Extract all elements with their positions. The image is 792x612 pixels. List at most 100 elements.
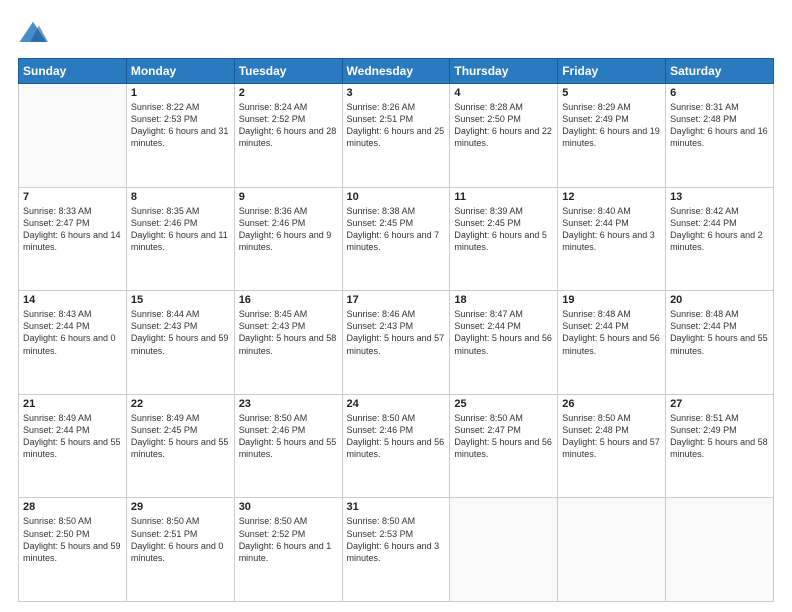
day-cell: 13 Sunrise: 8:42 AM Sunset: 2:44 PM Dayli… xyxy=(666,187,774,291)
day-info: Sunrise: 8:50 AM Sunset: 2:52 PM Dayligh… xyxy=(239,515,338,564)
week-row-2: 14Sunrise: 8:43 AM Sunset: 2:44 PM Dayli… xyxy=(19,291,774,395)
day-number: 4 xyxy=(454,87,553,99)
weekday-wednesday: Wednesday xyxy=(342,59,450,84)
day-number: 30 xyxy=(239,501,338,513)
day-cell: 4 Sunrise: 8:28 AM Sunset: 2:50 PM Daylig… xyxy=(450,84,558,188)
week-row-1: 7 Sunrise: 8:33 AM Sunset: 2:47 PM Daylig… xyxy=(19,187,774,291)
calendar-table: SundayMondayTuesdayWednesdayThursdayFrid… xyxy=(18,58,774,602)
day-info: Sunrise: 8:36 AM Sunset: 2:46 PM Dayligh… xyxy=(239,205,338,254)
logo-icon xyxy=(18,18,48,48)
day-info: Sunrise: 8:50 AM Sunset: 2:46 PM Dayligh… xyxy=(347,412,446,461)
day-number: 9 xyxy=(239,191,338,203)
day-number: 13 xyxy=(670,191,769,203)
day-info: Sunrise: 8:50 AM Sunset: 2:50 PM Dayligh… xyxy=(23,515,122,564)
day-number: 24 xyxy=(347,398,446,410)
day-info: Sunrise: 8:50 AM Sunset: 2:51 PM Dayligh… xyxy=(131,515,230,564)
day-info: Sunrise: 8:49 AM Sunset: 2:45 PM Dayligh… xyxy=(131,412,230,461)
day-cell: 26 Sunrise: 8:50 AM Sunset: 2:48 PM Dayli… xyxy=(558,394,666,498)
weekday-thursday: Thursday xyxy=(450,59,558,84)
day-cell: 29 Sunrise: 8:50 AM Sunset: 2:51 PM Dayli… xyxy=(126,498,234,602)
day-cell: 27Sunrise: 8:51 AM Sunset: 2:49 PM Dayli… xyxy=(666,394,774,498)
day-info: Sunrise: 8:49 AM Sunset: 2:44 PM Dayligh… xyxy=(23,412,122,461)
day-info: Sunrise: 8:46 AM Sunset: 2:43 PM Dayligh… xyxy=(347,308,446,357)
day-cell: 20Sunrise: 8:48 AM Sunset: 2:44 PM Dayli… xyxy=(666,291,774,395)
day-number: 15 xyxy=(131,294,230,306)
day-info: Sunrise: 8:43 AM Sunset: 2:44 PM Dayligh… xyxy=(23,308,122,357)
day-info: Sunrise: 8:35 AM Sunset: 2:46 PM Dayligh… xyxy=(131,205,230,254)
day-number: 12 xyxy=(562,191,661,203)
day-info: Sunrise: 8:48 AM Sunset: 2:44 PM Dayligh… xyxy=(670,308,769,357)
day-cell: 8 Sunrise: 8:35 AM Sunset: 2:46 PM Daylig… xyxy=(126,187,234,291)
day-info: Sunrise: 8:50 AM Sunset: 2:47 PM Dayligh… xyxy=(454,412,553,461)
day-number: 21 xyxy=(23,398,122,410)
day-info: Sunrise: 8:44 AM Sunset: 2:43 PM Dayligh… xyxy=(131,308,230,357)
day-cell xyxy=(666,498,774,602)
day-info: Sunrise: 8:29 AM Sunset: 2:49 PM Dayligh… xyxy=(562,101,661,150)
day-number: 19 xyxy=(562,294,661,306)
day-cell: 3Sunrise: 8:26 AM Sunset: 2:51 PM Daylig… xyxy=(342,84,450,188)
day-cell: 5 Sunrise: 8:29 AM Sunset: 2:49 PM Daylig… xyxy=(558,84,666,188)
weekday-friday: Friday xyxy=(558,59,666,84)
day-cell: 24 Sunrise: 8:50 AM Sunset: 2:46 PM Dayli… xyxy=(342,394,450,498)
week-row-0: 1Sunrise: 8:22 AM Sunset: 2:53 PM Daylig… xyxy=(19,84,774,188)
day-cell xyxy=(450,498,558,602)
day-number: 6 xyxy=(670,87,769,99)
day-cell: 23 Sunrise: 8:50 AM Sunset: 2:46 PM Dayli… xyxy=(234,394,342,498)
day-number: 16 xyxy=(239,294,338,306)
day-info: Sunrise: 8:42 AM Sunset: 2:44 PM Dayligh… xyxy=(670,205,769,254)
day-cell: 30 Sunrise: 8:50 AM Sunset: 2:52 PM Dayli… xyxy=(234,498,342,602)
day-cell: 10 Sunrise: 8:38 AM Sunset: 2:45 PM Dayli… xyxy=(342,187,450,291)
day-info: Sunrise: 8:38 AM Sunset: 2:45 PM Dayligh… xyxy=(347,205,446,254)
day-cell: 16 Sunrise: 8:45 AM Sunset: 2:43 PM Dayli… xyxy=(234,291,342,395)
day-number: 3 xyxy=(347,87,446,99)
day-cell: 18 Sunrise: 8:47 AM Sunset: 2:44 PM Dayli… xyxy=(450,291,558,395)
day-cell: 31 Sunrise: 8:50 AM Sunset: 2:53 PM Dayli… xyxy=(342,498,450,602)
day-number: 5 xyxy=(562,87,661,99)
day-cell xyxy=(19,84,127,188)
day-info: Sunrise: 8:24 AM Sunset: 2:52 PM Dayligh… xyxy=(239,101,338,150)
day-info: Sunrise: 8:40 AM Sunset: 2:44 PM Dayligh… xyxy=(562,205,661,254)
day-info: Sunrise: 8:50 AM Sunset: 2:53 PM Dayligh… xyxy=(347,515,446,564)
day-info: Sunrise: 8:50 AM Sunset: 2:48 PM Dayligh… xyxy=(562,412,661,461)
day-info: Sunrise: 8:45 AM Sunset: 2:43 PM Dayligh… xyxy=(239,308,338,357)
day-cell: 2Sunrise: 8:24 AM Sunset: 2:52 PM Daylig… xyxy=(234,84,342,188)
day-number: 10 xyxy=(347,191,446,203)
header xyxy=(18,18,774,48)
day-number: 29 xyxy=(131,501,230,513)
weekday-saturday: Saturday xyxy=(666,59,774,84)
day-info: Sunrise: 8:50 AM Sunset: 2:46 PM Dayligh… xyxy=(239,412,338,461)
day-number: 25 xyxy=(454,398,553,410)
day-cell: 9 Sunrise: 8:36 AM Sunset: 2:46 PM Daylig… xyxy=(234,187,342,291)
day-number: 26 xyxy=(562,398,661,410)
day-info: Sunrise: 8:33 AM Sunset: 2:47 PM Dayligh… xyxy=(23,205,122,254)
weekday-sunday: Sunday xyxy=(19,59,127,84)
day-cell: 1Sunrise: 8:22 AM Sunset: 2:53 PM Daylig… xyxy=(126,84,234,188)
day-number: 22 xyxy=(131,398,230,410)
day-cell: 19Sunrise: 8:48 AM Sunset: 2:44 PM Dayli… xyxy=(558,291,666,395)
weekday-tuesday: Tuesday xyxy=(234,59,342,84)
day-info: Sunrise: 8:47 AM Sunset: 2:44 PM Dayligh… xyxy=(454,308,553,357)
day-number: 23 xyxy=(239,398,338,410)
day-cell: 15 Sunrise: 8:44 AM Sunset: 2:43 PM Dayli… xyxy=(126,291,234,395)
day-number: 18 xyxy=(454,294,553,306)
weekday-monday: Monday xyxy=(126,59,234,84)
day-number: 8 xyxy=(131,191,230,203)
day-number: 27 xyxy=(670,398,769,410)
day-info: Sunrise: 8:22 AM Sunset: 2:53 PM Dayligh… xyxy=(131,101,230,150)
day-cell: 14Sunrise: 8:43 AM Sunset: 2:44 PM Dayli… xyxy=(19,291,127,395)
page: SundayMondayTuesdayWednesdayThursdayFrid… xyxy=(0,0,792,612)
logo xyxy=(18,18,52,48)
day-info: Sunrise: 8:28 AM Sunset: 2:50 PM Dayligh… xyxy=(454,101,553,150)
week-row-3: 21 Sunrise: 8:49 AM Sunset: 2:44 PM Dayli… xyxy=(19,394,774,498)
day-info: Sunrise: 8:31 AM Sunset: 2:48 PM Dayligh… xyxy=(670,101,769,150)
week-row-4: 28 Sunrise: 8:50 AM Sunset: 2:50 PM Dayli… xyxy=(19,498,774,602)
day-number: 28 xyxy=(23,501,122,513)
day-cell: 17Sunrise: 8:46 AM Sunset: 2:43 PM Dayli… xyxy=(342,291,450,395)
day-cell: 12 Sunrise: 8:40 AM Sunset: 2:44 PM Dayli… xyxy=(558,187,666,291)
day-number: 31 xyxy=(347,501,446,513)
day-cell: 7 Sunrise: 8:33 AM Sunset: 2:47 PM Daylig… xyxy=(19,187,127,291)
day-info: Sunrise: 8:39 AM Sunset: 2:45 PM Dayligh… xyxy=(454,205,553,254)
day-cell: 22 Sunrise: 8:49 AM Sunset: 2:45 PM Dayli… xyxy=(126,394,234,498)
day-cell: 25 Sunrise: 8:50 AM Sunset: 2:47 PM Dayli… xyxy=(450,394,558,498)
day-number: 7 xyxy=(23,191,122,203)
